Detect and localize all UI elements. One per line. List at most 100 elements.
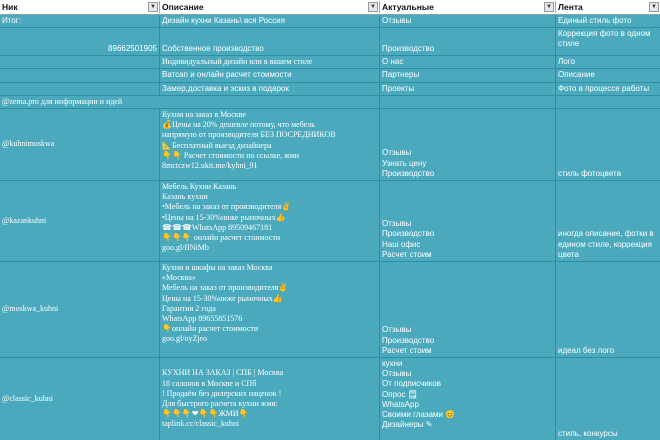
cell[interactable]: О нас <box>380 56 556 68</box>
description-line: 👇👇👇 онлайн расчет стоимости <box>162 233 281 243</box>
header-description[interactable]: Описание ▼ <box>160 1 380 13</box>
highlight-item: Производство <box>382 229 435 239</box>
cell[interactable]: Описание <box>556 69 660 82</box>
table-row: @zema.pro для информации и идей <box>0 96 660 109</box>
cell[interactable]: Отзывы <box>380 15 556 27</box>
description-line: Для быстрого расчета кухни жми: <box>162 399 278 408</box>
description-line: taplink.cc/classic_kuhni <box>162 419 240 429</box>
feed-cell[interactable]: идеал без лого <box>556 262 660 357</box>
highlight-item: Расчет стоим <box>382 345 432 355</box>
description-line: Мебель на заказ от производителя✌ <box>162 283 289 293</box>
highlight-item: Своими глазами 😊 <box>382 410 456 420</box>
header-feed[interactable]: Лента ▼ <box>556 1 660 13</box>
description-line: 📐Бесплатный выезд дизайнера <box>162 140 272 150</box>
highlights-cell[interactable]: Отзывы Производство Наш офис Расчет стои… <box>380 181 556 261</box>
filter-dropdown-icon[interactable]: ▼ <box>148 2 158 12</box>
description-line: 💰Цены на 20% дешевле потому, что мебель <box>162 120 315 130</box>
highlights-cell[interactable]: кухни Отзывы От подписчиков Опрос 🗒 What… <box>380 358 556 440</box>
description-line: ! Продаём без дилерских наценок ! <box>162 388 282 398</box>
highlight-item: Отзывы <box>382 325 412 335</box>
cell-text: 89662501905 <box>108 43 157 53</box>
highlights-cell[interactable]: Отзывы Производство Расчет стоим <box>380 262 556 357</box>
header-nick[interactable]: Ник ▼ <box>0 1 160 13</box>
cell[interactable] <box>0 56 160 68</box>
nick-text: @moskwa_kuhni <box>2 304 59 314</box>
cell[interactable]: Дизайн кухни Казань\ вся Россия <box>160 15 380 27</box>
cell[interactable] <box>200 96 380 108</box>
filter-dropdown-icon[interactable]: ▼ <box>544 2 554 12</box>
table-row: 89662501905 Собственное производство Про… <box>0 28 660 56</box>
table-row-account: @kuhnimoskwa Кухни на заказ в Москве 💰Це… <box>0 109 660 181</box>
cell[interactable]: Партнеры <box>380 69 556 82</box>
description-line: •Мебель на заказ от производителя✌ <box>162 202 292 212</box>
description-line: напрямую от производителя БЕЗ ПОСРЕДНИКО… <box>162 130 336 140</box>
highlight-item: кухни <box>382 359 403 368</box>
description-cell[interactable]: КУХНИ НА ЗАКАЗ | СПБ | Москва 18 салонов… <box>160 358 380 440</box>
filter-dropdown-icon[interactable]: ▼ <box>649 2 659 12</box>
nick-cell[interactable]: @classic_kuhni <box>0 358 160 440</box>
description-line: «Москва» <box>162 273 196 283</box>
cell[interactable]: 89662501905 <box>0 28 160 55</box>
table-row-account: @kazankuhni Мебель Кухни Казань Казань к… <box>0 181 660 262</box>
cell[interactable]: @zema.pro для информации и идей <box>0 96 200 108</box>
highlight-item: Производство <box>382 335 435 345</box>
nick-text: @kuhnimoskwa <box>2 139 55 149</box>
feed-text: иногда описание, фотки в едином стиле, к… <box>558 229 654 259</box>
highlight-item: Наш офис <box>382 239 421 249</box>
feed-text: стиль фотоцвета <box>558 168 622 178</box>
header-description-label: Описание <box>162 2 204 12</box>
cell[interactable]: Итог: <box>0 15 160 27</box>
description-line: Казань кухни <box>162 192 208 202</box>
nick-text: @classic_kuhni <box>2 393 53 403</box>
description-line: КУХНИ НА ЗАКАЗ | СПБ | Москва <box>162 368 284 378</box>
description-line: goo.gl/fINiMb <box>162 243 209 253</box>
cell[interactable] <box>556 96 660 108</box>
highlight-item: Дизайнеры ✎ <box>382 420 433 430</box>
cell[interactable] <box>0 69 160 82</box>
highlights-cell[interactable]: Отзывы Узнать цену Производство <box>380 109 556 180</box>
feed-cell[interactable]: стиль фотоцвета <box>556 109 660 180</box>
nick-cell[interactable]: @kazankuhni <box>0 181 160 261</box>
description-line: •Цены на 15-30%ниже рыночных👍 <box>162 212 286 222</box>
cell[interactable] <box>380 96 556 108</box>
description-line: Цены на 15-30%ниже рыночных👍 <box>162 293 283 303</box>
description-cell[interactable]: Кухни и шкафы на заказ Москва «Москва» М… <box>160 262 380 357</box>
description-line: Кухни на заказ в Москве <box>162 110 246 119</box>
highlight-item: Отзывы <box>382 219 412 229</box>
feed-cell[interactable]: стиль, конкурсы <box>556 358 660 440</box>
cell[interactable]: Единый стиль фото <box>556 15 660 27</box>
description-line: 8mctczw12.ukit.me/kyhni_91 <box>162 161 258 171</box>
header-highlights-label: Актуальные <box>382 2 434 12</box>
description-cell[interactable]: Мебель Кухни Казань Казань кухни •Мебель… <box>160 181 380 261</box>
description-line: WhatsApp 89655851576 <box>162 314 243 324</box>
description-line: goo.gl/oyZjeo <box>162 334 208 344</box>
description-line: 👇онлайн расчет стоимости <box>162 324 259 334</box>
filter-dropdown-icon[interactable]: ▼ <box>368 2 378 12</box>
cell-text: Производство <box>382 43 435 53</box>
description-line: 👇👇 Расчет стоимости по ссылке, жми <box>162 150 300 160</box>
description-line: Гарантия 2 года <box>162 303 216 313</box>
cell[interactable]: Собственное производство <box>160 28 380 55</box>
cell[interactable]: Фото в процессе работы <box>556 83 660 95</box>
table-row-account: @classic_kuhni КУХНИ НА ЗАКАЗ | СПБ | Мо… <box>0 358 660 440</box>
nick-cell[interactable]: @kuhnimoskwa <box>0 109 160 180</box>
cell[interactable]: Ватсап и онлайн расчет стоимости <box>160 69 380 82</box>
nick-cell[interactable]: @moskwa_kuhni <box>0 262 160 357</box>
highlight-item: Отзывы <box>382 369 412 379</box>
cell[interactable]: Производство <box>380 28 556 55</box>
description-line: 👇👇👇❤👇👇ЖМИ👇 <box>162 409 249 419</box>
header-row: Ник ▼ Описание ▼ Актуальные ▼ Лента ▼ <box>0 0 660 15</box>
feed-cell[interactable]: иногда описание, фотки в едином стиле, к… <box>556 181 660 261</box>
cell[interactable]: Лого <box>556 56 660 68</box>
cell[interactable]: Проекты <box>380 83 556 95</box>
header-highlights[interactable]: Актуальные ▼ <box>380 1 556 13</box>
cell[interactable]: Индивидуальный дизайн или в вашем стиле <box>160 56 380 68</box>
cell[interactable] <box>0 83 160 95</box>
cell[interactable]: Коррекция фото в одном стиле <box>556 28 660 55</box>
highlight-item: Опрос 🗒 <box>382 389 418 399</box>
header-nick-label: Ник <box>2 2 18 12</box>
description-cell[interactable]: Кухни на заказ в Москве 💰Цены на 20% деш… <box>160 109 380 180</box>
table-row: Индивидуальный дизайн или в вашем стиле … <box>0 56 660 69</box>
highlight-item: Расчет стоим <box>382 249 432 259</box>
cell[interactable]: Замер,доставка и эскиз в подарок <box>160 83 380 95</box>
